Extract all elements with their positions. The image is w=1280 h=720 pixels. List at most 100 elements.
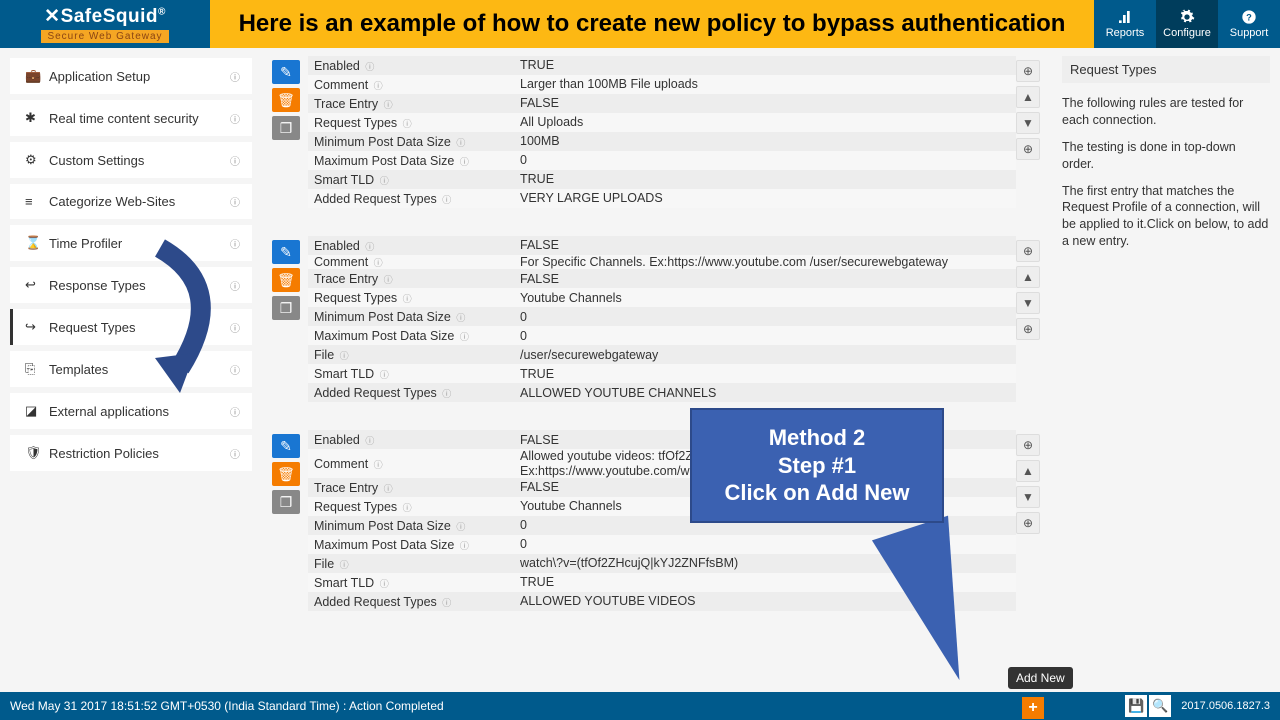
help-title: Request Types: [1062, 56, 1270, 83]
row-label: Request Types ⓘ: [308, 500, 520, 514]
row-value: FALSE: [520, 272, 1016, 286]
expand-button[interactable]: ⊕: [1016, 138, 1040, 160]
page-title: Here is an example of how to create new …: [210, 0, 1094, 48]
sidebar-external-apps[interactable]: ◪External applicationsⓘ: [10, 393, 252, 429]
row-label: Comment ⓘ: [308, 457, 520, 471]
row-label: Enabled ⓘ: [308, 239, 520, 253]
delete-button[interactable]: 🗑: [272, 268, 300, 292]
expand-button[interactable]: ⊕: [1016, 512, 1040, 534]
row-label: Comment ⓘ: [308, 78, 520, 92]
row-label: File ⓘ: [308, 348, 520, 362]
svg-text:?: ?: [1246, 12, 1252, 22]
policy-row: Maximum Post Data Size ⓘ0: [308, 151, 1016, 170]
nav-support[interactable]: ? Support: [1218, 0, 1280, 48]
row-label: Enabled ⓘ: [308, 433, 520, 447]
add-new-button[interactable]: +: [1022, 697, 1044, 719]
row-value: /user/securewebgateway: [520, 348, 1016, 362]
status-text: Wed May 31 2017 18:51:52 GMT+0530 (India…: [10, 699, 1125, 713]
save-button[interactable]: 💾: [1125, 695, 1147, 717]
row-label: Enabled ⓘ: [308, 59, 520, 73]
policy-row: Smart TLD ⓘTRUE: [308, 364, 1016, 383]
move-up-button[interactable]: ▲: [1016, 460, 1040, 482]
expand-button[interactable]: ⊕: [1016, 434, 1040, 456]
search-button[interactable]: 🔍: [1149, 695, 1171, 717]
sidebar-application-setup[interactable]: 💼Application Setupⓘ: [10, 58, 252, 94]
policy-row: Trace Entry ⓘFALSE: [308, 269, 1016, 288]
row-value: TRUE: [520, 367, 1016, 381]
clone-button[interactable]: ❐: [272, 490, 300, 514]
add-new-tooltip: Add New: [1008, 667, 1073, 689]
row-label: Trace Entry ⓘ: [308, 97, 520, 111]
row-value: Youtube Channels: [520, 291, 1016, 305]
row-label: Added Request Types ⓘ: [308, 595, 520, 609]
policy-row: Request Types ⓘYoutube Channels: [308, 288, 1016, 307]
nav-reports[interactable]: Reports: [1094, 0, 1156, 48]
clone-button[interactable]: ❐: [272, 116, 300, 140]
row-label: Maximum Post Data Size ⓘ: [308, 154, 520, 168]
policy-row: Maximum Post Data Size ⓘ0: [308, 326, 1016, 345]
policy-row: Enabled ⓘFALSE: [308, 236, 1016, 255]
edit-button[interactable]: ✎: [272, 240, 300, 264]
info-icon: ⓘ: [230, 194, 240, 209]
sidebar-realtime-content[interactable]: ✱Real time content securityⓘ: [10, 100, 252, 136]
sidebar-restriction-policies[interactable]: 🛡Restriction Policiesⓘ: [10, 435, 252, 471]
policy-row: Request Types ⓘAll Uploads: [308, 113, 1016, 132]
clone-button[interactable]: ❐: [272, 296, 300, 320]
sidebar-categorize-websites[interactable]: ≡Categorize Web-Sitesⓘ: [10, 184, 252, 219]
info-icon: ⓘ: [230, 111, 240, 126]
move-up-button[interactable]: ▲: [1016, 86, 1040, 108]
move-down-button[interactable]: ▼: [1016, 292, 1040, 314]
row-value: 0: [520, 153, 1016, 167]
policy-row: Comment ⓘFor Specific Channels. Ex:https…: [308, 255, 1016, 269]
expand-button[interactable]: ⊕: [1016, 60, 1040, 82]
policy-row: Comment ⓘLarger than 100MB File uploads: [308, 75, 1016, 94]
edit-button[interactable]: ✎: [272, 434, 300, 458]
delete-button[interactable]: 🗑: [272, 88, 300, 112]
policy-row: Smart TLD ⓘTRUE: [308, 170, 1016, 189]
row-label: Minimum Post Data Size ⓘ: [308, 135, 520, 149]
policy-row: Minimum Post Data Size ⓘ0: [308, 307, 1016, 326]
delete-button[interactable]: 🗑: [272, 462, 300, 486]
row-label: Maximum Post Data Size ⓘ: [308, 538, 520, 552]
info-icon: ⓘ: [230, 153, 240, 168]
row-label: Minimum Post Data Size ⓘ: [308, 519, 520, 533]
logo: ✕SafeSquid® Secure Web Gateway: [0, 0, 210, 48]
status-bar: Wed May 31 2017 18:51:52 GMT+0530 (India…: [0, 692, 1280, 720]
policy-row: Added Request Types ⓘALLOWED YOUTUBE CHA…: [308, 383, 1016, 402]
row-value: Larger than 100MB File uploads: [520, 77, 1016, 91]
row-label: Smart TLD ⓘ: [308, 367, 520, 381]
move-down-button[interactable]: ▼: [1016, 486, 1040, 508]
expand-button[interactable]: ⊕: [1016, 318, 1040, 340]
row-label: Request Types ⓘ: [308, 116, 520, 130]
instruction-callout: Method 2 Step #1 Click on Add New: [690, 408, 944, 523]
row-label: Added Request Types ⓘ: [308, 386, 520, 400]
row-label: Minimum Post Data Size ⓘ: [308, 310, 520, 324]
policy-row: File ⓘ/user/securewebgateway: [308, 345, 1016, 364]
help-panel: Request Types The following rules are te…: [1052, 48, 1280, 672]
nav-configure[interactable]: Configure: [1156, 0, 1218, 48]
row-label: Smart TLD ⓘ: [308, 173, 520, 187]
curved-arrow-icon: [140, 238, 240, 398]
edit-button[interactable]: ✎: [272, 60, 300, 84]
info-icon: ⓘ: [230, 69, 240, 84]
row-value: TRUE: [520, 58, 1016, 72]
move-down-button[interactable]: ▼: [1016, 112, 1040, 134]
row-label: Comment ⓘ: [308, 255, 520, 269]
row-value: 0: [520, 329, 1016, 343]
version-label: 2017.0506.1827.3: [1181, 700, 1270, 712]
expand-button[interactable]: ⊕: [1016, 240, 1040, 262]
row-value: ALLOWED YOUTUBE CHANNELS: [520, 386, 1016, 400]
row-label: Trace Entry ⓘ: [308, 272, 520, 286]
row-label: Trace Entry ⓘ: [308, 481, 520, 495]
row-label: Smart TLD ⓘ: [308, 576, 520, 590]
sidebar-custom-settings[interactable]: ⚙Custom Settingsⓘ: [10, 142, 252, 178]
row-value: 0: [520, 310, 1016, 324]
policy-entry: ✎🗑❐Enabled ⓘTRUEComment ⓘLarger than 100…: [272, 56, 1044, 208]
policy-row: Enabled ⓘTRUE: [308, 56, 1016, 75]
row-label: File ⓘ: [308, 557, 520, 571]
policy-row: Added Request Types ⓘVERY LARGE UPLOADS: [308, 189, 1016, 208]
row-label: Maximum Post Data Size ⓘ: [308, 329, 520, 343]
row-label: Added Request Types ⓘ: [308, 192, 520, 206]
move-up-button[interactable]: ▲: [1016, 266, 1040, 288]
row-value: All Uploads: [520, 115, 1016, 129]
